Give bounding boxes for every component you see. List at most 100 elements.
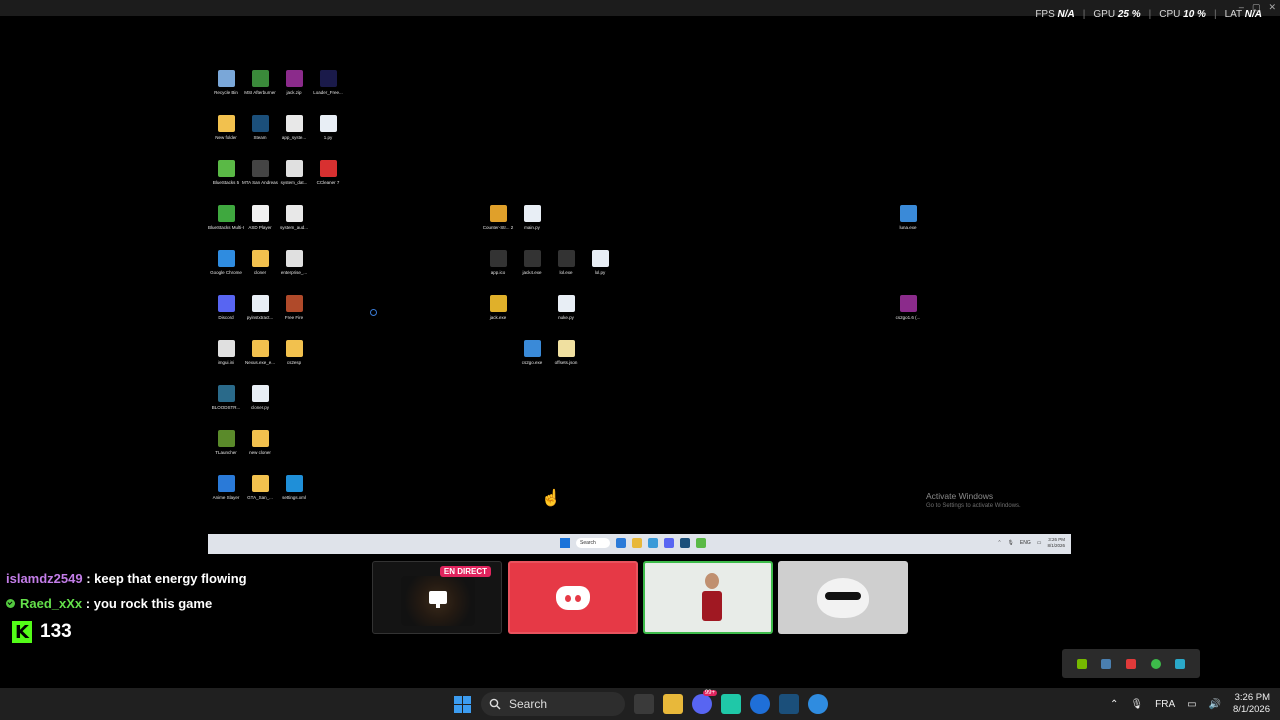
- folder-icon: [251, 475, 269, 492]
- shared-clock[interactable]: 3:26 PM 8/1/2026: [1047, 537, 1065, 548]
- desktop-icon[interactable]: MSI Afterburner: [242, 70, 278, 96]
- desktop-icon[interactable]: New folder: [208, 115, 244, 141]
- desktop-icon[interactable]: Steam: [242, 115, 278, 141]
- start-button[interactable]: [454, 696, 471, 713]
- status-dot-icon[interactable]: [1150, 658, 1161, 669]
- discord-icon[interactable]: 99+: [692, 690, 717, 714]
- browser-icon[interactable]: [750, 694, 770, 714]
- desktop-icon[interactable]: BlueStacks Multi-Insta...: [208, 205, 244, 231]
- desktop-icon-label: New folder: [215, 135, 237, 140]
- ccleaner-icon: [319, 160, 337, 177]
- desktop-icon[interactable]: Recycle Bin: [208, 70, 244, 96]
- desktop-icon-label: CCleaner 7: [316, 180, 340, 185]
- system-tray: ⌃ 🎙 FRA ▭ 🔊 3:26 PM 8/1/2026: [1110, 688, 1270, 720]
- viewer-counter: K 133: [12, 621, 72, 643]
- desktop-icon-label: Google Chrome: [210, 270, 242, 275]
- afterburner-icon: [251, 70, 269, 87]
- steam-icon[interactable]: [1101, 658, 1112, 669]
- chrome-icon[interactable]: [808, 694, 828, 714]
- discord-icon[interactable]: [664, 538, 674, 548]
- desktop-icon[interactable]: nuke.py: [548, 295, 584, 321]
- microphone-muted-icon[interactable]: [1125, 658, 1136, 669]
- desktop-icon[interactable]: app_syste...: [276, 115, 312, 141]
- desktop-icon[interactable]: settings.xml: [276, 475, 312, 501]
- desktop-icon[interactable]: new cloner: [242, 430, 278, 456]
- desktop-icon[interactable]: cs2esp: [276, 340, 312, 366]
- hand-cursor-icon: ☝: [541, 490, 561, 507]
- bluestacks-multi-icon: [217, 205, 235, 222]
- desktop-icon[interactable]: Free Fire: [276, 295, 312, 321]
- microphone-icon[interactable]: 🎙: [1130, 699, 1143, 710]
- desktop-icon[interactable]: Nexus.exe_e...: [242, 340, 278, 366]
- chrome-icon[interactable]: [648, 538, 658, 548]
- desktop-icon[interactable]: MTA San Andreas 1.6: [242, 160, 278, 186]
- close-icon[interactable]: ✕: [1268, 2, 1276, 13]
- stream-preview-tile[interactable]: EN DIRECT: [372, 561, 502, 634]
- screen: FPS N/A | GPU 25 % | CPU 10 % | LAT N/A …: [0, 0, 1280, 720]
- desktop-icon[interactable]: cs2go1.6 (...: [890, 295, 926, 321]
- desktop-icon[interactable]: ASD Player: [242, 205, 278, 231]
- desktop-icon[interactable]: pyinstxtract...: [242, 295, 278, 321]
- volume-icon[interactable]: 🔊: [1209, 699, 1221, 710]
- desktop-icon[interactable]: offsets.json: [548, 340, 584, 366]
- network-icon[interactable]: ▭: [1037, 540, 1042, 546]
- desktop-icon[interactable]: jack4.exe: [514, 250, 550, 276]
- cs2-icon: [489, 205, 507, 222]
- anime-slayer-icon: [217, 475, 235, 492]
- desktop-icon[interactable]: jack.zip: [276, 70, 312, 96]
- desktop-icon-label: enterprise_...: [280, 270, 308, 275]
- desktop-icon[interactable]: cloner.py: [242, 385, 278, 411]
- desktop-icon-label: 1.py: [323, 135, 333, 140]
- steam-icon[interactable]: [680, 538, 690, 548]
- discord-participant-tile[interactable]: [508, 561, 638, 634]
- desktop-icon[interactable]: app.ico: [480, 250, 516, 276]
- desktop-icon[interactable]: Counter-Str... 2: [480, 205, 516, 231]
- desktop-icon[interactable]: Google Chrome: [208, 250, 244, 276]
- bluestacks-icon[interactable]: [696, 538, 706, 548]
- network-icon[interactable]: ▭: [1187, 699, 1196, 710]
- minimize-icon[interactable]: –: [1239, 2, 1244, 13]
- task-view-icon[interactable]: [634, 694, 654, 714]
- desktop-icon[interactable]: enterprise_...: [276, 250, 312, 276]
- desktop-icon[interactable]: lol.exe: [548, 250, 584, 276]
- desktop-icon[interactable]: cloner: [242, 250, 278, 276]
- speaking-participant-tile[interactable]: [643, 561, 773, 634]
- chevron-up-icon[interactable]: ⌃: [997, 540, 1001, 546]
- desktop-icon[interactable]: Discord: [208, 295, 244, 321]
- desktop-icon-label: BLOODSTR...: [211, 405, 241, 410]
- desktop-icon[interactable]: CCleaner 7: [310, 160, 346, 186]
- shared-search-box[interactable]: Search: [576, 538, 610, 548]
- desktop-icon[interactable]: TLauncher: [208, 430, 244, 456]
- shared-language[interactable]: ENG: [1020, 540, 1031, 546]
- language-indicator[interactable]: FRA: [1155, 699, 1175, 710]
- desktop-icon[interactable]: 1.py: [310, 115, 346, 141]
- taskbar-search[interactable]: Search: [481, 692, 625, 716]
- windows-start-icon[interactable]: [560, 538, 570, 548]
- microphone-icon[interactable]: 🎙: [1008, 540, 1014, 546]
- clock[interactable]: 3:26 PM 8/1/2026: [1233, 692, 1270, 716]
- chevron-up-icon[interactable]: ⌃: [1110, 699, 1118, 710]
- desktop-icon[interactable]: system_aud...: [276, 205, 312, 231]
- file-explorer-icon[interactable]: [632, 538, 642, 548]
- desktop-icon[interactable]: jack.exe: [480, 295, 516, 321]
- desktop-icon-label: MSI Afterburner: [244, 90, 276, 95]
- steam-icon[interactable]: [779, 694, 799, 714]
- app-icon[interactable]: [721, 694, 741, 714]
- desktop-icon[interactable]: main.py: [514, 205, 550, 231]
- desktop-icon[interactable]: BlueStacks 5: [208, 160, 244, 186]
- desktop-icon[interactable]: Loader_Free...: [310, 70, 346, 96]
- file-explorer-icon[interactable]: [663, 694, 683, 714]
- shield-icon[interactable]: [1175, 658, 1186, 669]
- desktop-icon[interactable]: BLOODSTR...: [208, 385, 244, 411]
- desktop-icon[interactable]: system_dat...: [276, 160, 312, 186]
- desktop-icon[interactable]: cs2go.exe: [514, 340, 550, 366]
- desktop-icon[interactable]: imgui.ini: [208, 340, 244, 366]
- maximize-icon[interactable]: ▢: [1252, 2, 1261, 13]
- nvidia-icon[interactable]: [1076, 658, 1087, 669]
- vscode-icon[interactable]: [616, 538, 626, 548]
- desktop-icon[interactable]: GTA_San_...: [242, 475, 278, 501]
- desktop-icon[interactable]: luna.exe: [890, 205, 926, 231]
- participant-tile[interactable]: [778, 561, 908, 634]
- desktop-icon[interactable]: lol.py: [582, 250, 618, 276]
- desktop-icon[interactable]: Anime Slayer: [208, 475, 244, 501]
